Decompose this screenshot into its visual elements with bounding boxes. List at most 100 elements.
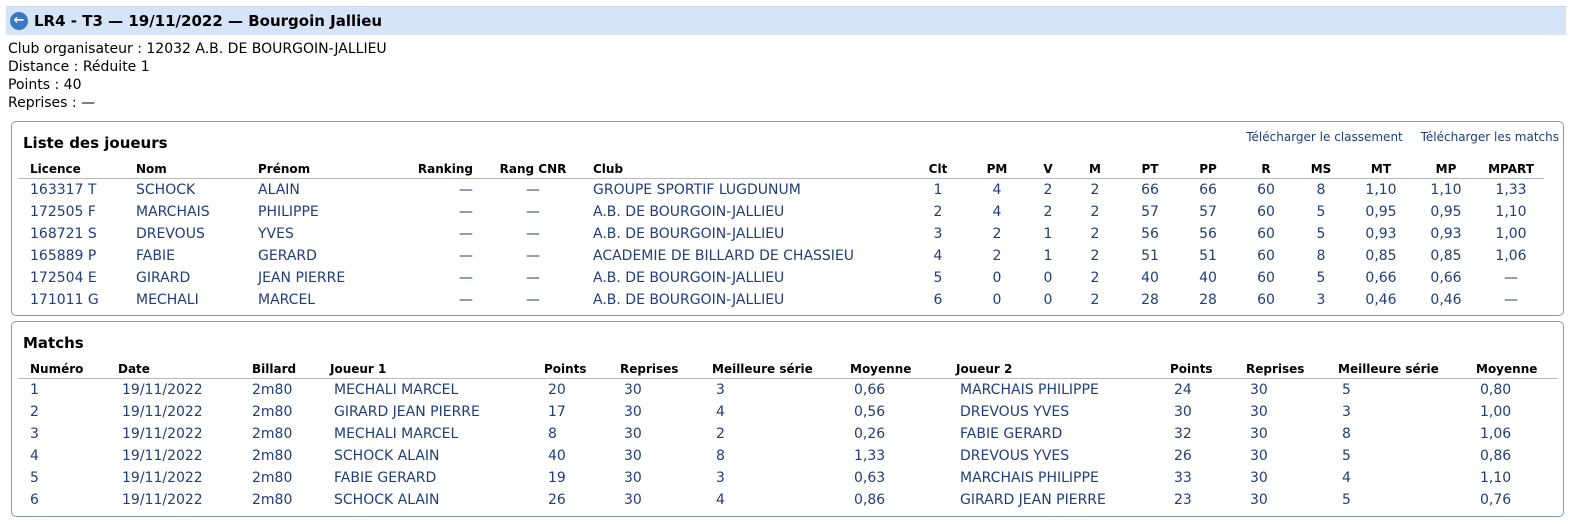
match-cell: SCHOCK ALAIN — [334, 492, 440, 508]
player-cell: 1,06 — [1495, 248, 1527, 264]
col-v[interactable]: V — [1028, 160, 1068, 179]
player-cell: 8 — [1316, 182, 1326, 198]
match-cell: SCHOCK ALAIN — [334, 448, 440, 464]
player-cell: — — [526, 182, 540, 198]
match-cell: MECHALI MARCEL — [334, 382, 459, 398]
col-date[interactable]: Date — [118, 360, 248, 379]
col-reprises2[interactable]: Reprises — [1246, 360, 1338, 379]
match-cell: 2m80 — [252, 426, 293, 442]
col-reprises1[interactable]: Reprises — [620, 360, 712, 379]
page-header: ← LR4 - T3 — 19/11/2022 — Bourgoin Jalli… — [6, 6, 1566, 35]
match-cell: 2 — [30, 404, 39, 420]
player-cell: — — [526, 270, 540, 286]
player-cell: YVES — [258, 226, 294, 242]
col-joueur1[interactable]: Joueur 1 — [330, 360, 544, 379]
match-cell: 30 — [624, 382, 642, 398]
organizer-club: Club organisateur : 12032 A.B. DE BOURGO… — [8, 41, 387, 57]
matches-panel: Matchs Numéro Date Billard Joueur 1 Poin… — [11, 321, 1564, 517]
col-r[interactable]: R — [1238, 160, 1294, 179]
match-cell: 26 — [1174, 448, 1192, 464]
match-cell: 8 — [1342, 426, 1351, 442]
col-pt[interactable]: PT — [1122, 160, 1178, 179]
player-cell: GIRARD — [136, 270, 191, 286]
col-billard[interactable]: Billard — [248, 360, 330, 379]
col-moyenne1[interactable]: Moyenne — [850, 360, 956, 379]
col-m[interactable]: M — [1068, 160, 1122, 179]
match-cell: 30 — [1250, 404, 1268, 420]
col-prenom[interactable]: Prénom — [254, 160, 388, 179]
match-cell: 0,66 — [854, 382, 886, 398]
player-cell: 0 — [1043, 270, 1053, 286]
match-cell: 8 — [548, 426, 557, 442]
col-pp[interactable]: PP — [1178, 160, 1238, 179]
player-row: 171011 G MECHALI MARCEL — — A.B. DE BOURGOIN-… — [18, 289, 1544, 311]
player-cell: 4 — [992, 204, 1002, 220]
col-mp[interactable]: MP — [1414, 160, 1478, 179]
player-cell: — — [526, 226, 540, 242]
download-ranking-link[interactable]: Télécharger le classement — [1246, 130, 1403, 144]
col-licence[interactable]: Licence — [18, 160, 132, 179]
match-cell: 17 — [548, 404, 566, 420]
col-serie1[interactable]: Meilleure série — [712, 360, 850, 379]
col-clt[interactable]: Clt — [910, 160, 966, 179]
col-pm[interactable]: PM — [966, 160, 1028, 179]
match-cell: 4 — [1342, 470, 1351, 486]
match-cell: 20 — [548, 382, 566, 398]
match-cell: FABIE GERARD — [960, 426, 1063, 442]
col-mpart[interactable]: MPART — [1478, 160, 1544, 179]
match-cell: 19/11/2022 — [122, 448, 203, 464]
player-cell: 5 — [1316, 270, 1326, 286]
player-cell: 3 — [933, 226, 943, 242]
player-cell: 40 — [1141, 270, 1159, 286]
col-rang-cnr[interactable]: Rang CNR — [473, 160, 593, 179]
player-cell: 60 — [1257, 270, 1275, 286]
match-cell: 3 — [716, 470, 725, 486]
match-cell: DREVOUS YVES — [960, 448, 1070, 464]
col-nom[interactable]: Nom — [132, 160, 254, 179]
download-matches-link[interactable]: Télécharger les matchs — [1421, 130, 1559, 144]
match-cell: 30 — [624, 448, 642, 464]
col-moyenne2[interactable]: Moyenne — [1476, 360, 1558, 379]
player-cell: 2 — [992, 226, 1002, 242]
player-row: 172505 F MARCHAIS PHILIPPE — — A.B. DE BOURGO… — [18, 201, 1544, 223]
player-row: 172504 E GIRARD JEAN PIERRE — — A.B. DE BOURG… — [18, 267, 1544, 289]
match-cell: 2m80 — [252, 448, 293, 464]
player-cell: 0,93 — [1430, 226, 1462, 242]
player-cell: 2 — [933, 204, 943, 220]
col-ms[interactable]: MS — [1294, 160, 1348, 179]
col-points2[interactable]: Points — [1170, 360, 1246, 379]
match-cell: 23 — [1174, 492, 1192, 508]
player-cell: 0 — [992, 270, 1002, 286]
players-header-row: Licence Nom Prénom Ranking Rang CNR Club… — [18, 160, 1544, 179]
player-cell: 57 — [1199, 204, 1217, 220]
player-cell: 2 — [992, 248, 1002, 264]
back-arrow-icon[interactable]: ← — [10, 12, 28, 30]
col-joueur2[interactable]: Joueur 2 — [956, 360, 1170, 379]
match-cell: 0,76 — [1480, 492, 1512, 508]
player-cell: 6 — [933, 292, 943, 308]
player-cell: ACADEMIE DE BILLARD DE CHASSIEU — [593, 248, 855, 264]
match-cell: 1,00 — [1480, 404, 1512, 420]
player-cell: — — [459, 226, 473, 242]
player-cell: 0,93 — [1365, 226, 1397, 242]
col-serie2[interactable]: Meilleure série — [1338, 360, 1476, 379]
points-info: Points : 40 — [8, 77, 82, 93]
match-cell: MECHALI MARCEL — [334, 426, 459, 442]
match-cell: 0,80 — [1480, 382, 1512, 398]
player-cell: 0,95 — [1365, 204, 1397, 220]
player-cell: 172504 E — [30, 270, 97, 286]
player-cell: 0,46 — [1430, 292, 1462, 308]
match-row: 1 19/11/2022 2m80 MECHALI MARCEL 20 30 3 0,66 MA… — [18, 379, 1558, 402]
players-body: 163317 T SCHOCK ALAIN — — GROUPE SPORTIF LUGD… — [18, 179, 1544, 312]
match-row: 5 19/11/2022 2m80 FABIE GERARD 19 30 3 0,63 MARC… — [18, 467, 1558, 489]
col-mt[interactable]: MT — [1348, 160, 1414, 179]
col-points1[interactable]: Points — [544, 360, 620, 379]
match-row: 4 19/11/2022 2m80 SCHOCK ALAIN 40 30 8 1,33 DREV… — [18, 445, 1558, 467]
match-cell: 0,56 — [854, 404, 886, 420]
col-ranking[interactable]: Ranking — [388, 160, 473, 179]
match-cell: 5 — [1342, 382, 1351, 398]
col-numero[interactable]: Numéro — [18, 360, 118, 379]
col-club[interactable]: Club — [593, 160, 910, 179]
player-cell: 66 — [1141, 182, 1159, 198]
match-cell: FABIE GERARD — [334, 470, 437, 486]
